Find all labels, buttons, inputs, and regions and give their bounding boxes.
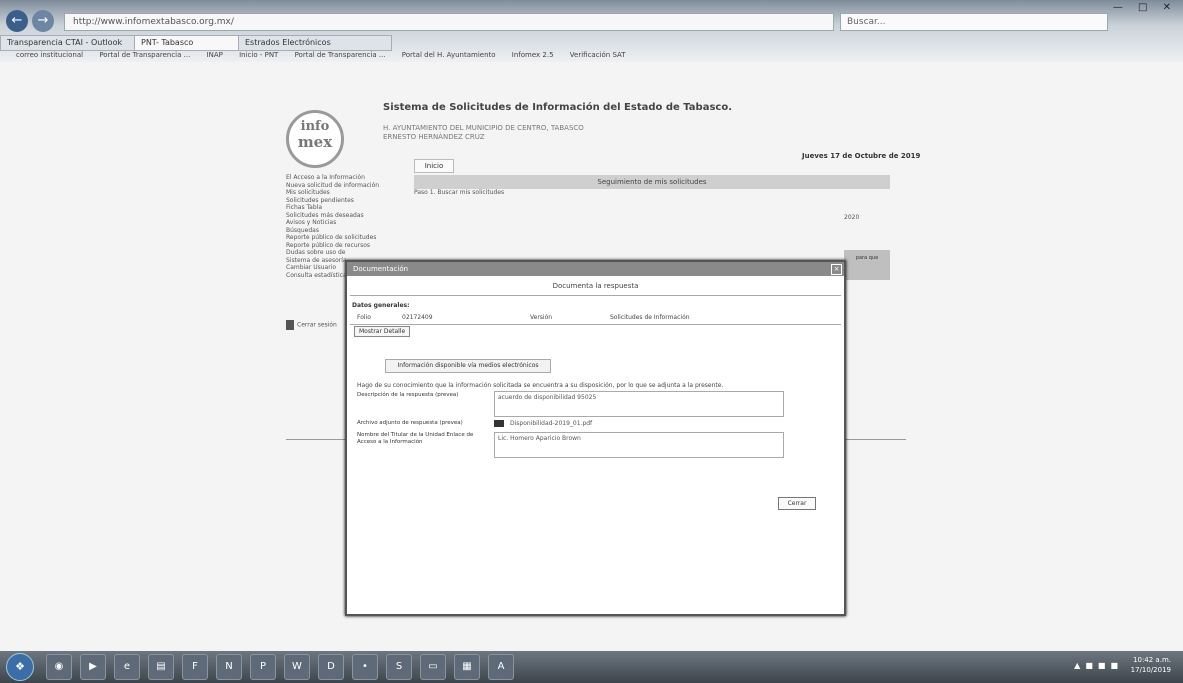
dialog-title: Documentación [347,262,844,276]
folio-value: 02172409 [402,314,433,321]
address-bar[interactable]: http://www.infomextabasco.org.mx/ [64,13,834,31]
window-controls[interactable]: — □ ✕ [1113,2,1177,13]
general-data-label: Datos generales: [352,302,410,309]
side-date: 2020 [844,214,860,221]
inicio-button[interactable]: Inicio [414,159,454,173]
filezilla-icon[interactable]: F [182,654,208,680]
nav-item[interactable]: Fichas Tabla [286,204,396,212]
description-label: Descripción de la respuesta (prevea) [357,392,459,398]
titular-field[interactable]: Lic. Homero Aparicio Brown [494,432,784,458]
nav-item[interactable]: Nueva solicitud de información [286,182,396,190]
entity-info: H. AYUNTAMIENTO DEL MUNICIPIO DE CENTRO,… [383,124,584,142]
section-header: Seguimiento de mis solicitudes [414,175,890,189]
logo-text-top: info [300,119,330,134]
door-icon [286,320,294,330]
favorite-link[interactable]: Infomex 2.5 [512,51,554,59]
attachment-label: Archivo adjunto de respuesta (prevea) [357,420,463,426]
nav-item[interactable]: El Acceso a la Información [286,174,396,182]
response-paragraph: Hago de su conocimiento que la informaci… [357,382,724,389]
skype-icon[interactable]: S [386,654,412,680]
nav-item[interactable]: Búsquedas [286,227,396,235]
clock-time: 10:42 a.m. [1133,656,1171,664]
acrobat-icon[interactable]: A [488,654,514,680]
nav-item[interactable]: Reporte público de solicitudes [286,234,396,242]
description-field[interactable]: acuerdo de disponibilidad 95025 [494,391,784,417]
favorite-link[interactable]: Inicio - PNT [239,51,278,59]
tab-label: Estrados Electrónicos [245,38,331,47]
attachment-file[interactable]: Disponibilidad-2019_01.pdf [494,420,592,427]
version-value: Solicitudes de Información [610,314,690,321]
infomex-logo: info mex [286,110,344,168]
user-name: ERNESTO HERNÁNDEZ CRUZ [383,133,485,141]
page-content: info mex Sistema de Solicitudes de Infor… [0,62,1183,651]
favorite-link[interactable]: INAP [207,51,223,59]
word-icon[interactable]: W [284,654,310,680]
chrome-icon[interactable]: ◉ [46,654,72,680]
powerpoint-icon[interactable]: P [250,654,276,680]
divider [350,324,841,325]
show-detail-button[interactable]: Mostrar Detalle [354,326,411,337]
favorite-link[interactable]: Verificación SAT [570,51,626,59]
titular-label: Nombre del Titular de la Unidad Enlace d… [357,432,474,445]
onenote-icon[interactable]: N [216,654,242,680]
logo-text-bottom: mex [297,133,333,151]
taskbar: ❖ ◉ ▶ e ▤ F N P W D • S ▭ ▦ A ▲■■■ 10:42… [0,651,1183,683]
dreamweaver-icon[interactable]: D [318,654,344,680]
search-placeholder: Buscar... [847,17,886,27]
app-icon[interactable]: • [352,654,378,680]
start-button[interactable]: ❖ [6,653,34,681]
version-label: Versión [530,314,553,321]
divider [350,295,841,296]
folio-label: Folio [357,314,371,321]
clock-date: 17/10/2019 [1130,666,1171,674]
tab-electronic-info[interactable]: Información disponible vía medios electr… [385,359,551,373]
browser-chrome: ← → http://www.infomextabasco.org.mx/ Bu… [0,0,1183,63]
close-session-label: Cerrar sesión [297,321,337,329]
favorite-link[interactable]: Portal de Transparencia ... [99,51,190,59]
favorite-link[interactable]: Portal de Transparencia ... [295,51,386,59]
entity-name: H. AYUNTAMIENTO DEL MUNICIPIO DE CENTRO,… [383,124,584,132]
calculator-icon[interactable]: ▦ [454,654,480,680]
tab-label: PNT- Tabasco [141,38,194,47]
search-input[interactable]: Buscar... [840,13,1108,31]
media-icon[interactable]: ▶ [80,654,106,680]
forward-icon[interactable]: → [32,10,54,32]
nav-item[interactable]: Reporte público de recursos [286,242,396,250]
close-session-link[interactable]: Cerrar sesión [286,320,337,330]
back-icon[interactable]: ← [6,10,28,32]
favorite-link[interactable]: Portal del H. Ayuntamiento [402,51,496,59]
ie-icon[interactable]: e [114,654,140,680]
documentation-dialog: Documentación × Documenta la respuesta D… [345,260,846,616]
folder-icon[interactable]: ▤ [148,654,174,680]
side-panel: para que [844,250,890,280]
clock[interactable]: 10:42 a.m. 17/10/2019 [1131,655,1171,675]
step-indicator: Paso 1. Buscar mis solicitudes [414,189,505,196]
nav-item[interactable]: Dudas sobre uso de [286,249,396,257]
window-icon[interactable]: ▭ [420,654,446,680]
system-tray[interactable]: ▲■■■ [1074,661,1123,670]
favorite-link[interactable]: correo institucional [16,51,83,59]
nav-item[interactable]: Solicitudes más deseadas [286,212,396,220]
tab-label: Transparencia CTAI - Outlook [7,38,123,47]
dialog-subtitle: Documenta la respuesta [552,282,639,290]
nav-item[interactable]: Mis solicitudes [286,189,396,197]
pdf-icon [494,420,504,427]
nav-item[interactable]: Avisos y Noticias [286,219,396,227]
attachment-filename: Disponibilidad-2019_01.pdf [510,420,593,427]
page-title: Sistema de Solicitudes de Información de… [383,102,733,113]
favorites-bar: correo institucional Portal de Transpare… [0,49,1183,62]
nav-item[interactable]: Solicitudes pendientes [286,197,396,205]
close-icon[interactable]: × [831,264,842,275]
current-date: Jueves 17 de Octubre de 2019 [802,152,921,160]
close-button[interactable]: Cerrar [778,497,816,510]
